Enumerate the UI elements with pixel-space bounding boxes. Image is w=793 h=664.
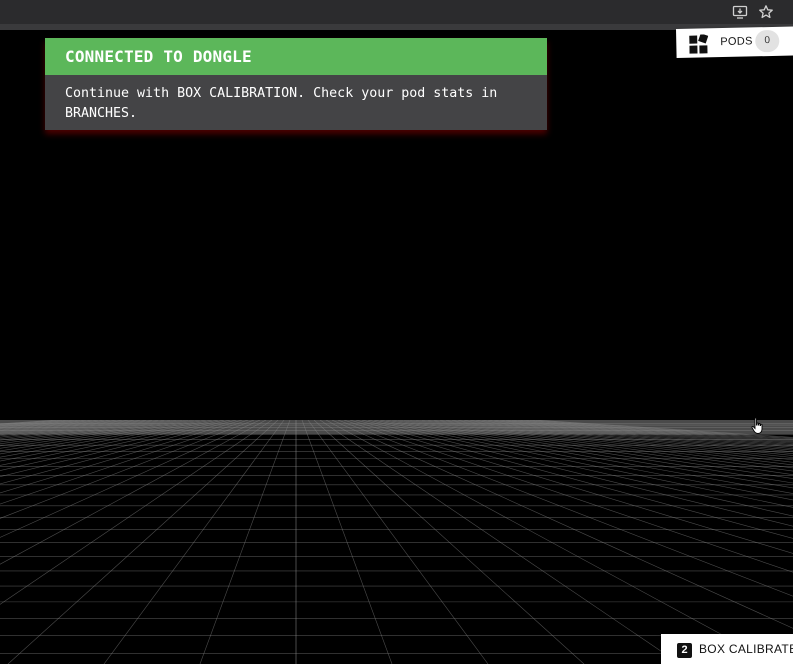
connection-notice: CONNECTED TO DONGLE Continue with BOX CA… bbox=[45, 38, 547, 130]
notice-message: Continue with BOX CALIBRATION. Check you… bbox=[45, 75, 547, 130]
pods-label: PODS bbox=[720, 35, 753, 49]
notice-message-line-1: Continue with BOX CALIBRATION. Check you… bbox=[65, 86, 498, 101]
toolbar-divider bbox=[0, 24, 793, 30]
bookmark-star-icon[interactable] bbox=[756, 2, 776, 22]
app-viewport: CONNECTED TO DONGLE Continue with BOX CA… bbox=[0, 0, 793, 664]
notice-message-line-2: BRANCHES. bbox=[65, 105, 138, 121]
install-app-icon[interactable] bbox=[730, 2, 750, 22]
pods-grid-icon bbox=[689, 34, 709, 54]
box-calibrate-label: BOX CALIBRATE bbox=[699, 642, 793, 656]
box-calibrate-button[interactable]: 2 BOX CALIBRATE bbox=[661, 634, 793, 664]
floor-grid bbox=[0, 420, 793, 664]
notice-title: CONNECTED TO DONGLE bbox=[45, 38, 547, 75]
hand-cursor-icon bbox=[751, 417, 763, 434]
pods-count-badge: 0 bbox=[755, 29, 780, 53]
step-number-badge: 2 bbox=[677, 643, 692, 658]
browser-toolbar bbox=[0, 0, 793, 24]
pods-widget[interactable]: PODS 0 bbox=[676, 26, 793, 58]
